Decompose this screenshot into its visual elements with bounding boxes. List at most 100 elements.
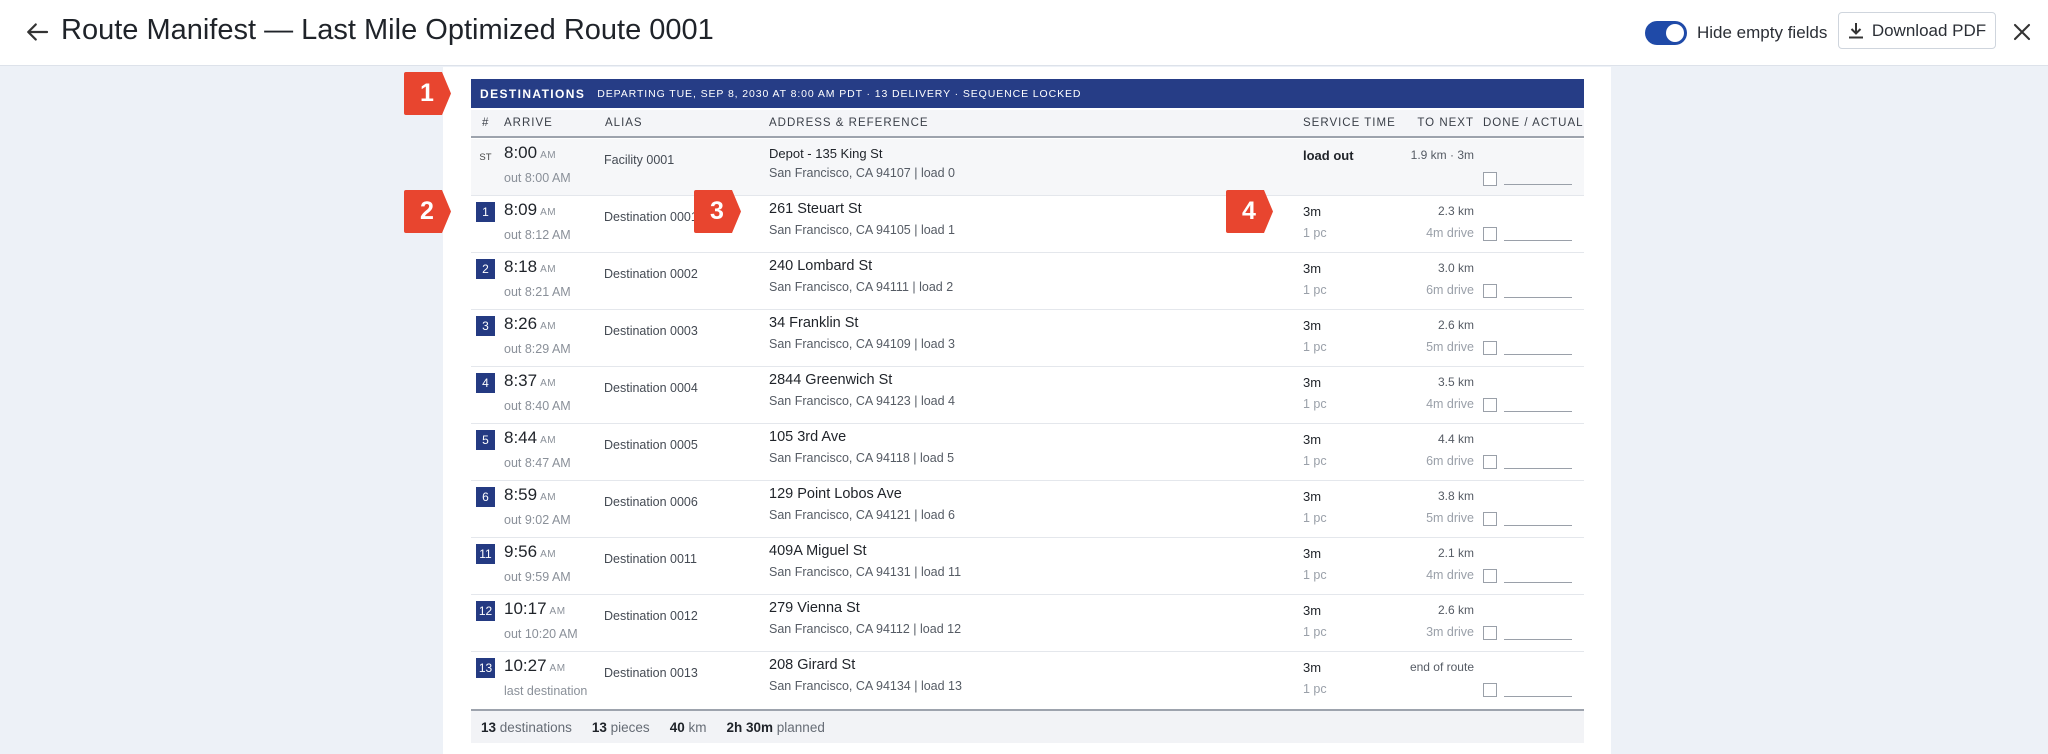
alias: Facility 0001 bbox=[604, 153, 675, 167]
address: Depot - 135 King St bbox=[769, 146, 883, 161]
done-checkbox[interactable] bbox=[1483, 341, 1497, 355]
address: 2844 Greenwich St bbox=[769, 372, 893, 388]
pieces: 1 pc bbox=[1303, 511, 1327, 525]
arrive-ampm: AM bbox=[540, 264, 557, 275]
table-row: 2 8:18 AM out 8:21 AM Destination 0002 24… bbox=[471, 253, 1584, 310]
actual-line bbox=[1504, 468, 1572, 469]
address: 409A Miguel St bbox=[769, 543, 867, 559]
col-to-next: TO NEXT bbox=[1417, 117, 1474, 129]
service-time: 3m bbox=[1303, 375, 1322, 390]
address: 279 Vienna St bbox=[769, 600, 860, 616]
download-icon bbox=[1848, 22, 1863, 38]
address: 261 Steuart St bbox=[769, 201, 862, 217]
done-checkbox[interactable] bbox=[1483, 626, 1497, 640]
close-icon[interactable] bbox=[2008, 18, 2036, 46]
stop-number: 13 bbox=[476, 658, 495, 678]
arrive-time: 8:59 AM bbox=[504, 485, 556, 505]
callout-badge-1: 1 bbox=[402, 70, 452, 117]
out-time: out 10:20 AM bbox=[504, 627, 578, 641]
done-checkbox[interactable] bbox=[1483, 284, 1497, 298]
top-bar: Route Manifest — Last Mile Optimized Rou… bbox=[0, 0, 2048, 66]
distance: 2.1 km bbox=[1437, 546, 1474, 560]
actual-line bbox=[1504, 184, 1572, 185]
route-summary-footer: 13 destinations 13 pieces 40 km 2h 30m p… bbox=[471, 709, 1584, 743]
reference: San Francisco, CA 94109 | load 3 bbox=[769, 337, 955, 351]
out-time: last destination bbox=[504, 684, 588, 698]
alias: Destination 0006 bbox=[604, 495, 698, 509]
pieces-label: pieces bbox=[610, 719, 650, 735]
distance: 3.5 km bbox=[1437, 375, 1474, 389]
drive-time: 3m drive bbox=[1426, 625, 1474, 639]
pieces: 1 pc bbox=[1303, 226, 1327, 240]
callout-number: 3 bbox=[710, 197, 724, 225]
pieces: 1 pc bbox=[1303, 625, 1327, 639]
summary-pieces: 13 pieces bbox=[592, 720, 650, 735]
callout-badge-2: 2 bbox=[402, 188, 452, 235]
arrive-ampm: AM bbox=[540, 435, 557, 446]
arrive-time: 8:00 AM bbox=[504, 143, 556, 163]
actual-line bbox=[1504, 525, 1572, 526]
distance: end of route bbox=[1409, 660, 1474, 674]
pieces: 1 pc bbox=[1303, 454, 1327, 468]
download-pdf-button[interactable]: Download PDF bbox=[1838, 12, 1996, 49]
stop-number: 6 bbox=[476, 487, 495, 507]
callout-badge-4: 4 bbox=[1224, 188, 1274, 235]
arrive-time: 8:26 AM bbox=[504, 314, 556, 334]
distance: 2.6 km bbox=[1437, 318, 1474, 332]
address: 105 3rd Ave bbox=[769, 429, 847, 445]
distance-unit: km bbox=[688, 719, 707, 735]
table-row: 13 10:27 AM last destination Destination … bbox=[471, 652, 1584, 708]
service-time: load out bbox=[1303, 148, 1354, 163]
stop-number: 4 bbox=[476, 373, 495, 393]
reference: San Francisco, CA 94123 | load 4 bbox=[769, 394, 955, 408]
alias: Destination 0004 bbox=[604, 381, 698, 395]
drive-time: 6m drive bbox=[1426, 283, 1474, 297]
arrive-ampm: AM bbox=[549, 663, 566, 674]
stop-number: 12 bbox=[476, 601, 495, 621]
done-checkbox[interactable] bbox=[1483, 172, 1497, 186]
drive-time: 4m drive bbox=[1426, 226, 1474, 240]
done-checkbox[interactable] bbox=[1483, 683, 1497, 697]
actual-line bbox=[1504, 639, 1572, 640]
back-arrow-icon[interactable] bbox=[22, 17, 52, 47]
arrive-time: 8:44 AM bbox=[504, 428, 556, 448]
done-checkbox[interactable] bbox=[1483, 398, 1497, 412]
planned-label: planned bbox=[776, 719, 825, 735]
distance: 3.0 km bbox=[1437, 261, 1474, 275]
out-time: out 9:59 AM bbox=[504, 570, 571, 584]
departure-summary: DEPARTING TUE, SEP 8, 2030 AT 8:00 AM PD… bbox=[597, 87, 1082, 100]
distance: 2.6 km bbox=[1437, 603, 1474, 617]
distance: 3.8 km bbox=[1437, 489, 1474, 503]
reference: San Francisco, CA 94118 | load 5 bbox=[769, 451, 955, 465]
reference: San Francisco, CA 94134 | load 13 bbox=[769, 679, 962, 693]
done-checkbox[interactable] bbox=[1483, 512, 1497, 526]
col-service-time: SERVICE TIME bbox=[1303, 117, 1396, 129]
stop-number: 3 bbox=[476, 316, 495, 336]
actual-line bbox=[1504, 240, 1572, 241]
alias: Destination 0003 bbox=[604, 324, 698, 338]
arrive-value: 8:09 bbox=[504, 200, 538, 219]
done-checkbox[interactable] bbox=[1483, 569, 1497, 583]
alias: Destination 0002 bbox=[604, 267, 698, 281]
arrive-time: 10:27 AM bbox=[504, 656, 566, 676]
toggle-switch[interactable] bbox=[1645, 21, 1687, 45]
arrive-time: 8:18 AM bbox=[504, 257, 556, 277]
arrive-ampm: AM bbox=[540, 378, 557, 389]
stop-number: 2 bbox=[476, 259, 495, 279]
done-checkbox[interactable] bbox=[1483, 455, 1497, 469]
done-checkbox[interactable] bbox=[1483, 227, 1497, 241]
actual-line bbox=[1504, 411, 1572, 412]
table-row-start: ST 8:00 AM out 8:00 AM Facility 0001 Depo… bbox=[471, 139, 1584, 196]
out-time: out 9:02 AM bbox=[504, 513, 571, 527]
summary-destinations: 13 destinations bbox=[481, 720, 572, 735]
distance-total: 40 bbox=[669, 719, 685, 735]
arrive-ampm: AM bbox=[549, 606, 566, 617]
col-number: # bbox=[482, 117, 490, 129]
hide-empty-fields-toggle[interactable]: Hide empty fields bbox=[1645, 21, 1827, 45]
download-pdf-label: Download PDF bbox=[1871, 20, 1987, 40]
col-address: ADDRESS & REFERENCE bbox=[769, 117, 929, 129]
drive-time: 5m drive bbox=[1426, 340, 1474, 354]
pieces: 1 pc bbox=[1303, 568, 1327, 582]
actual-line bbox=[1504, 354, 1572, 355]
pieces: 1 pc bbox=[1303, 682, 1327, 696]
